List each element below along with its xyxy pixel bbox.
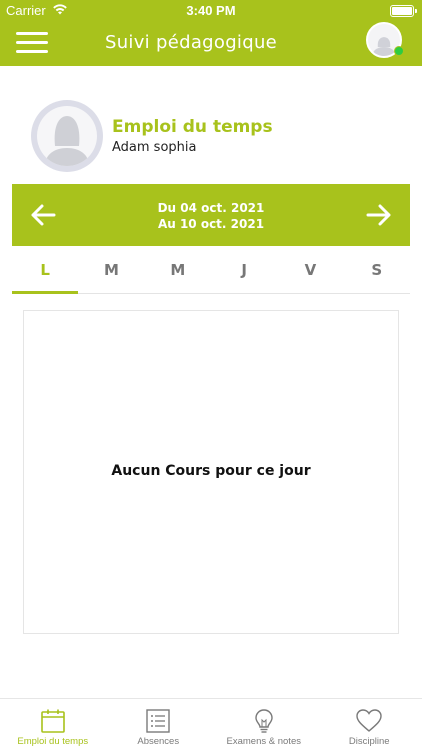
schedule-panel: Aucun Cours pour ce jour xyxy=(23,310,399,634)
nav-label: Examens & notes xyxy=(226,736,301,747)
week-selector: Du 04 oct. 2021 Au 10 oct. 2021 xyxy=(12,184,410,246)
day-tab-saturday[interactable]: S xyxy=(344,252,410,293)
calendar-icon xyxy=(40,709,65,733)
lightbulb-icon xyxy=(255,709,273,733)
day-tab-friday[interactable]: V xyxy=(277,252,343,293)
page-title: Suivi pédagogique xyxy=(105,32,278,53)
status-bar: Carrier 3:40 PM xyxy=(0,0,422,22)
app-header: Suivi pédagogique xyxy=(0,22,422,66)
clock: 3:40 PM xyxy=(186,3,236,18)
day-tab-monday[interactable]: L xyxy=(12,252,79,294)
section-title: Emploi du temps xyxy=(112,117,273,137)
female-avatar-icon xyxy=(45,116,89,166)
arrow-right-icon[interactable] xyxy=(364,200,394,230)
nav-label: Absences xyxy=(137,736,180,747)
nav-absences[interactable]: Absences xyxy=(106,699,212,750)
week-range: Du 04 oct. 2021 Au 10 oct. 2021 xyxy=(12,200,410,232)
student-name: Adam sophia xyxy=(112,140,197,155)
week-to: Au 10 oct. 2021 xyxy=(157,217,265,231)
nav-label: Discipline xyxy=(348,736,390,747)
list-icon xyxy=(146,709,170,733)
nav-emploi-du-temps[interactable]: Emploi du temps xyxy=(0,699,106,750)
hamburger-menu-icon[interactable] xyxy=(16,32,48,54)
profile-avatar xyxy=(31,100,103,172)
empty-state-message: Aucun Cours pour ce jour xyxy=(111,463,311,479)
day-tab-wednesday[interactable]: M xyxy=(145,252,211,293)
nav-examens-notes[interactable]: Examens & notes xyxy=(211,699,317,750)
battery-icon xyxy=(390,5,417,17)
nav-label: Emploi du temps xyxy=(17,736,89,747)
day-tabs: L M M J V S xyxy=(12,252,410,294)
nav-discipline[interactable]: Discipline xyxy=(317,699,422,750)
online-status-dot xyxy=(394,46,404,56)
heart-icon xyxy=(356,709,382,732)
day-tab-thursday[interactable]: J xyxy=(211,252,277,293)
week-from: Du 04 oct. 2021 xyxy=(157,201,265,215)
day-tab-tuesday[interactable]: M xyxy=(78,252,144,293)
bottom-nav: Emploi du temps Absences Examens & notes… xyxy=(0,698,422,750)
